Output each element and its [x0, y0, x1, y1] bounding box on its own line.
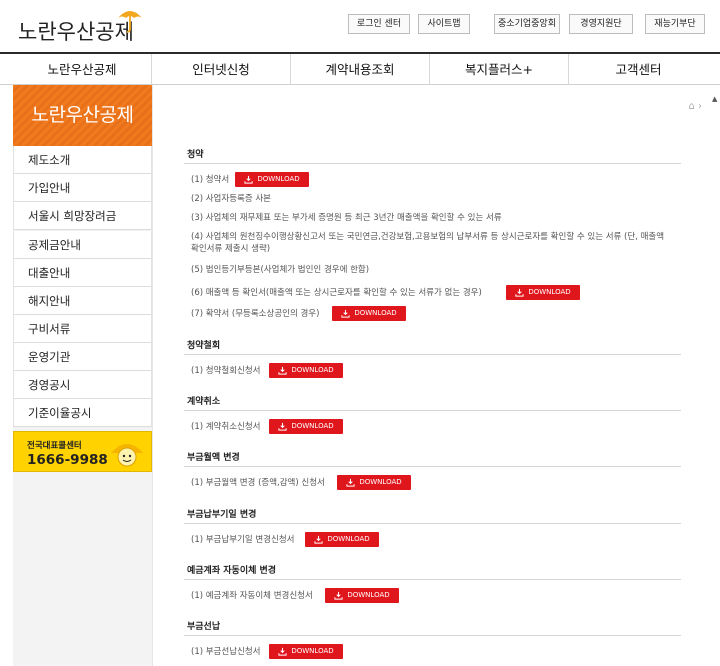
sidebar: 노란우산공제 제도소개 가입안내 서울시 희망장려금 공제금안내 대출안내 해지…	[13, 85, 152, 666]
section-title-contract-cancel: 계약취소	[184, 395, 681, 411]
kbiz-link[interactable]: 중소기업중앙회	[494, 14, 560, 34]
gnb-customer-center[interactable]: 고객센터	[569, 54, 708, 85]
sidebar-item-system-intro[interactable]: 제도소개	[13, 146, 152, 174]
gnb-contract-inquiry[interactable]: 계약내용조회	[291, 54, 430, 85]
download-label: DOWNLOAD	[347, 591, 390, 599]
site-header: 노란우산공제 로그인 센터 사이트맵 중소기업중앙회 경영지원단 재능기부단	[0, 0, 720, 52]
download-button-due-date-form[interactable]: DOWNLOAD	[305, 532, 379, 547]
download-icon	[278, 366, 287, 375]
sidebar-item-loan-guide[interactable]: 대출안내	[13, 259, 152, 287]
download-label: DOWNLOAD	[291, 647, 334, 655]
management-support-link[interactable]: 경영지원단	[569, 14, 633, 34]
section-title-due-date-change: 부금납부기일 변경	[184, 508, 681, 524]
login-center-link[interactable]: 로그인 센터	[348, 14, 410, 34]
download-label: DOWNLOAD	[291, 366, 334, 374]
download-button-auto-transfer-form[interactable]: DOWNLOAD	[325, 588, 399, 603]
download-icon	[314, 535, 323, 544]
document-row: (1) 부금월액 변경 (증액,감액) 신청서	[191, 478, 325, 488]
document-row: (2) 사업자등록증 사본	[191, 194, 272, 204]
mascot-icon	[111, 444, 143, 467]
document-row: (3) 사업체의 재무제표 또는 부가세 증명원 등 최근 3년간 매출액을 확…	[191, 213, 502, 223]
download-label: DOWNLOAD	[528, 288, 571, 296]
document-row: (1) 계약취소신청서	[191, 422, 261, 432]
site-logo[interactable]: 노란우산공제	[18, 10, 142, 44]
download-label: DOWNLOAD	[291, 422, 334, 430]
download-label: DOWNLOAD	[257, 175, 300, 183]
document-row: (1) 부금납부기일 변경신청서	[191, 535, 295, 545]
call-center-label: 전국대표콜센터	[27, 441, 82, 451]
arrow-up-icon: ▲	[712, 95, 718, 103]
download-icon	[278, 422, 287, 431]
download-button-subscription-form[interactable]: DOWNLOAD	[235, 172, 309, 187]
download-button-cancel-form[interactable]: DOWNLOAD	[269, 419, 343, 434]
download-label: DOWNLOAD	[354, 309, 397, 317]
document-row: (1) 청약철회신청서	[191, 366, 261, 376]
document-row: (1) 예금계좌 자동이체 변경신청서	[191, 591, 313, 601]
sidebar-item-management-disclosure[interactable]: 경영공시	[13, 371, 152, 399]
download-icon	[341, 309, 350, 318]
call-center-number: 1666-9988	[27, 452, 108, 468]
download-icon	[244, 175, 253, 184]
download-button-sales-confirmation[interactable]: DOWNLOAD	[506, 285, 580, 300]
download-icon	[346, 478, 355, 487]
sidebar-item-required-documents[interactable]: 구비서류	[13, 315, 152, 343]
document-row: (6) 매출액 등 확인서(매출액 또는 상시근로자를 확인할 수 있는 서류가…	[191, 288, 482, 298]
sidebar-title: 노란우산공제	[13, 85, 152, 146]
document-row: (5) 법인등기부등본(사업체가 법인인 경우에 한함)	[191, 265, 370, 275]
download-button-monthly-change-form[interactable]: DOWNLOAD	[337, 475, 411, 490]
home-icon[interactable]: ⌂	[688, 101, 694, 112]
umbrella-icon	[118, 11, 142, 33]
content-area: ⌂ › 청약 (1) 청약서 DOWNLOAD (2) 사업자등록증 사본 (3…	[152, 85, 710, 666]
section-title-subscription: 청약	[184, 148, 681, 164]
section-title-prepayment: 부금선납	[184, 620, 681, 636]
section-title-monthly-change: 부금월액 변경	[184, 451, 681, 467]
call-center-banner[interactable]: 전국대표콜센터 1666-9988	[13, 431, 152, 472]
gnb-welfare-plus[interactable]: 복지플러스+	[430, 54, 569, 85]
scroll-to-top[interactable]: ▲	[710, 85, 720, 125]
sidebar-item-operating-agency[interactable]: 운영기관	[13, 343, 152, 371]
talent-donation-link[interactable]: 재능기부단	[645, 14, 705, 34]
gnb-noran-umbrella[interactable]: 노란우산공제	[13, 54, 152, 85]
document-row: (1) 부금선납신청서	[191, 647, 261, 657]
download-icon	[278, 647, 287, 656]
chevron-right-icon: ›	[698, 101, 702, 112]
download-button-pledge[interactable]: DOWNLOAD	[332, 306, 406, 321]
download-button-withdrawal-form[interactable]: DOWNLOAD	[269, 363, 343, 378]
download-label: DOWNLOAD	[359, 478, 402, 486]
gnb-internet-application[interactable]: 인터넷신청	[152, 54, 291, 85]
sidebar-item-termination-guide[interactable]: 해지안내	[13, 287, 152, 315]
download-button-prepayment-form[interactable]: DOWNLOAD	[269, 644, 343, 659]
document-row: (4) 사업체의 원천징수이행상황신고서 또는 국민연금,건강보험,고용보험의 …	[191, 232, 665, 254]
document-row: (1) 청약서	[191, 175, 230, 185]
sidebar-item-benefit-guide[interactable]: 공제금안내	[13, 231, 152, 259]
sidebar-item-seoul-hope-grant[interactable]: 서울시 희망장려금	[13, 202, 152, 230]
document-row: (7) 확약서 (무등록소상공인의 경우)	[191, 309, 320, 319]
section-title-auto-transfer-change: 예금계좌 자동이체 변경	[184, 564, 681, 580]
section-title-withdrawal: 청약철회	[184, 339, 681, 355]
download-icon	[515, 288, 524, 297]
sitemap-link[interactable]: 사이트맵	[418, 14, 470, 34]
download-label: DOWNLOAD	[327, 535, 370, 543]
sidebar-item-base-rate-disclosure[interactable]: 기준이율공시	[13, 399, 152, 427]
main-navigation: 노란우산공제 인터넷신청 계약내용조회 복지플러스+ 고객센터	[0, 52, 720, 85]
download-icon	[334, 591, 343, 600]
sidebar-item-join-guide[interactable]: 가입안내	[13, 174, 152, 202]
breadcrumb: ⌂ ›	[688, 101, 702, 112]
